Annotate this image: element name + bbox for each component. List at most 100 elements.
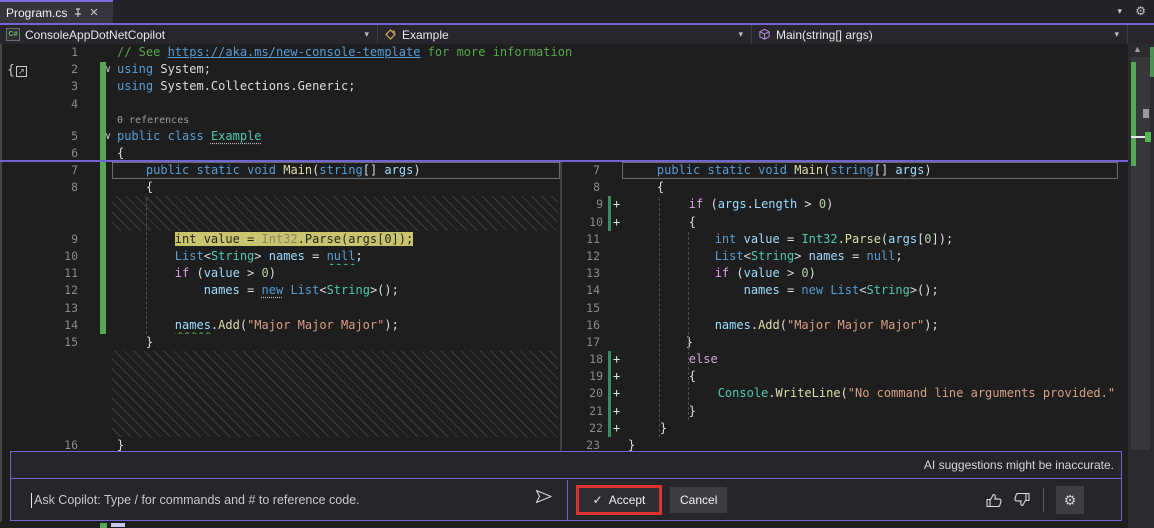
- code-line[interactable]: 19 + {: [562, 368, 1128, 386]
- code-line[interactable]: 15: [562, 300, 1128, 317]
- matched-line-box: [622, 162, 1118, 180]
- code-line[interactable]: 4: [0, 96, 1128, 113]
- code-text: names.Add("Major Major Major");: [714, 317, 939, 332]
- fold-margin: [80, 437, 117, 451]
- code-line[interactable]: 11 if (value > 0): [0, 265, 560, 282]
- accept-button[interactable]: ✓ Accept: [576, 485, 662, 515]
- code-line[interactable]: 9 + if (args.Length > 0): [562, 196, 1128, 214]
- text-caret: [31, 492, 32, 508]
- code-line[interactable]: 10 List<String> names = null;: [0, 248, 560, 265]
- line-number: 7: [71, 163, 78, 177]
- line-number: 12: [586, 248, 600, 263]
- code-line[interactable]: 16 names.Add("Major Major Major");: [562, 317, 1128, 334]
- line-number: [0, 385, 80, 402]
- code-line[interactable]: 22 + }: [562, 419, 1128, 437]
- window-gear-icon[interactable]: ⚙: [1135, 3, 1146, 20]
- code-line[interactable]: 12 names = new List<String>();: [0, 282, 560, 299]
- fold-margin: [80, 300, 117, 317]
- project-dropdown-label: ConsoleAppDotNetCopilot: [25, 27, 166, 42]
- code-text: List<String> names = null;: [174, 248, 363, 263]
- code-line[interactable]: 14 names = new List<String>();: [562, 282, 1128, 299]
- code-text: }: [628, 438, 636, 451]
- code-line[interactable]: 3 using System.Collections.Generic;: [0, 78, 1128, 95]
- cancel-button[interactable]: Cancel: [670, 487, 728, 513]
- pin-icon[interactable]: [73, 7, 83, 18]
- diff-add-marker: [602, 282, 628, 299]
- code-line[interactable]: 16}: [0, 437, 560, 451]
- code-line[interactable]: 23}: [562, 437, 1128, 451]
- code-line[interactable]: 15 }: [0, 334, 560, 351]
- line-number: 3: [71, 79, 78, 94]
- code-line[interactable]: 2 ∨ using System;: [0, 61, 1128, 78]
- line-number: 4: [71, 96, 78, 111]
- thumbs-down-icon[interactable]: [1012, 491, 1031, 509]
- tab-list-chevron-icon[interactable]: ▾: [1117, 3, 1122, 20]
- thumbs-up-icon[interactable]: [985, 491, 1004, 509]
- diff-add-marker: [602, 300, 628, 317]
- send-icon[interactable]: [535, 489, 553, 504]
- code-text: int value = Int32.Parse(args[0]);: [174, 231, 414, 246]
- code-line[interactable]: 20 + Console.WriteLine("No command line a…: [562, 385, 1128, 403]
- type-dropdown[interactable]: Example ▾: [378, 25, 752, 44]
- fold-margin: [80, 317, 117, 334]
- copilot-settings-gear-icon[interactable]: ⚙: [1056, 486, 1084, 514]
- code-pane-top[interactable]: 1 // See https://aka.ms/new-console-templ…: [0, 44, 1128, 162]
- member-dropdown[interactable]: Main(string[] args) ▾: [752, 25, 1128, 44]
- copilot-action-bar: ✓ Accept Cancel ⚙: [568, 480, 1121, 520]
- cancel-button-label: Cancel: [680, 493, 718, 507]
- code-line[interactable]: 17 }: [562, 334, 1128, 351]
- change-bar: [100, 162, 106, 334]
- overview-marker: [1143, 109, 1149, 118]
- line-number: 13: [64, 300, 78, 315]
- fold-margin: [80, 265, 117, 282]
- vertical-scrollbar[interactable]: ▲: [1128, 44, 1154, 528]
- line-number: 8: [71, 180, 78, 195]
- fold-margin: [80, 248, 117, 265]
- scroll-up-arrow-icon[interactable]: ▲: [1133, 44, 1142, 54]
- line-number: 15: [64, 334, 78, 349]
- code-line[interactable]: 11 int value = Int32.Parse(args[0]);: [562, 231, 1128, 248]
- diff-add-marker: [602, 248, 628, 265]
- code-line[interactable]: 21 + }: [562, 402, 1128, 420]
- check-icon: ✓: [592, 493, 603, 507]
- code-text: using System.Collections.Generic;: [117, 79, 356, 94]
- code-line[interactable]: 12 List<String> names = null;: [562, 248, 1128, 265]
- code-line[interactable]: 8 {: [562, 179, 1128, 196]
- code-text: }: [631, 420, 668, 435]
- tab-program-cs[interactable]: Program.cs ✕: [0, 0, 113, 23]
- code-line[interactable]: 18 + else: [562, 351, 1128, 369]
- overview-caret-mark: [1145, 132, 1151, 142]
- code-text: }: [117, 334, 154, 349]
- copilot-prompt-input[interactable]: Ask Copilot: Type / for commands and # t…: [11, 480, 568, 520]
- codelens-references[interactable]: 0 references: [0, 113, 189, 128]
- code-line[interactable]: 9 int value = Int32.Parse(args[0]);: [0, 231, 560, 248]
- line-number: 10: [64, 248, 78, 263]
- divider: [1043, 488, 1044, 512]
- code-line[interactable]: 8 {: [0, 179, 560, 196]
- close-tab-icon[interactable]: ✕: [89, 6, 98, 19]
- code-line[interactable]: 13 if (value > 0): [562, 265, 1128, 282]
- code-line[interactable]: 13: [0, 300, 560, 317]
- line-number: 21: [589, 403, 603, 418]
- line-number: 7: [593, 163, 600, 177]
- line-number: 5: [71, 128, 78, 143]
- diff-padding-hatch: [112, 196, 558, 231]
- code-text: List<String> names = null;: [714, 248, 903, 263]
- diff-pane-divider[interactable]: [560, 162, 562, 451]
- indent-guide: [688, 232, 689, 420]
- code-line[interactable]: 10 + {: [562, 213, 1128, 231]
- code-line[interactable]: 14 names.Add("Major Major Major");: [0, 317, 560, 334]
- navigation-bar: C# ConsoleAppDotNetCopilot ▾ Example ▾ M…: [0, 23, 1154, 66]
- edge-change-mark: [1150, 47, 1154, 77]
- code-text: names = new List<String>();: [203, 283, 399, 298]
- project-dropdown[interactable]: C# ConsoleAppDotNetCopilot ▾: [0, 25, 378, 44]
- line-number: [0, 403, 80, 420]
- code-line[interactable]: 1 // See https://aka.ms/new-console-templ…: [0, 44, 1128, 61]
- diff-pane-modified[interactable]: 7 public static void Main(string[] args)…: [562, 162, 1128, 451]
- chevron-down-icon: ▾: [1114, 29, 1119, 39]
- code-line[interactable]: 5 ∨ public class Example: [0, 128, 1128, 145]
- change-bar: [100, 522, 107, 528]
- line-number: [0, 214, 80, 231]
